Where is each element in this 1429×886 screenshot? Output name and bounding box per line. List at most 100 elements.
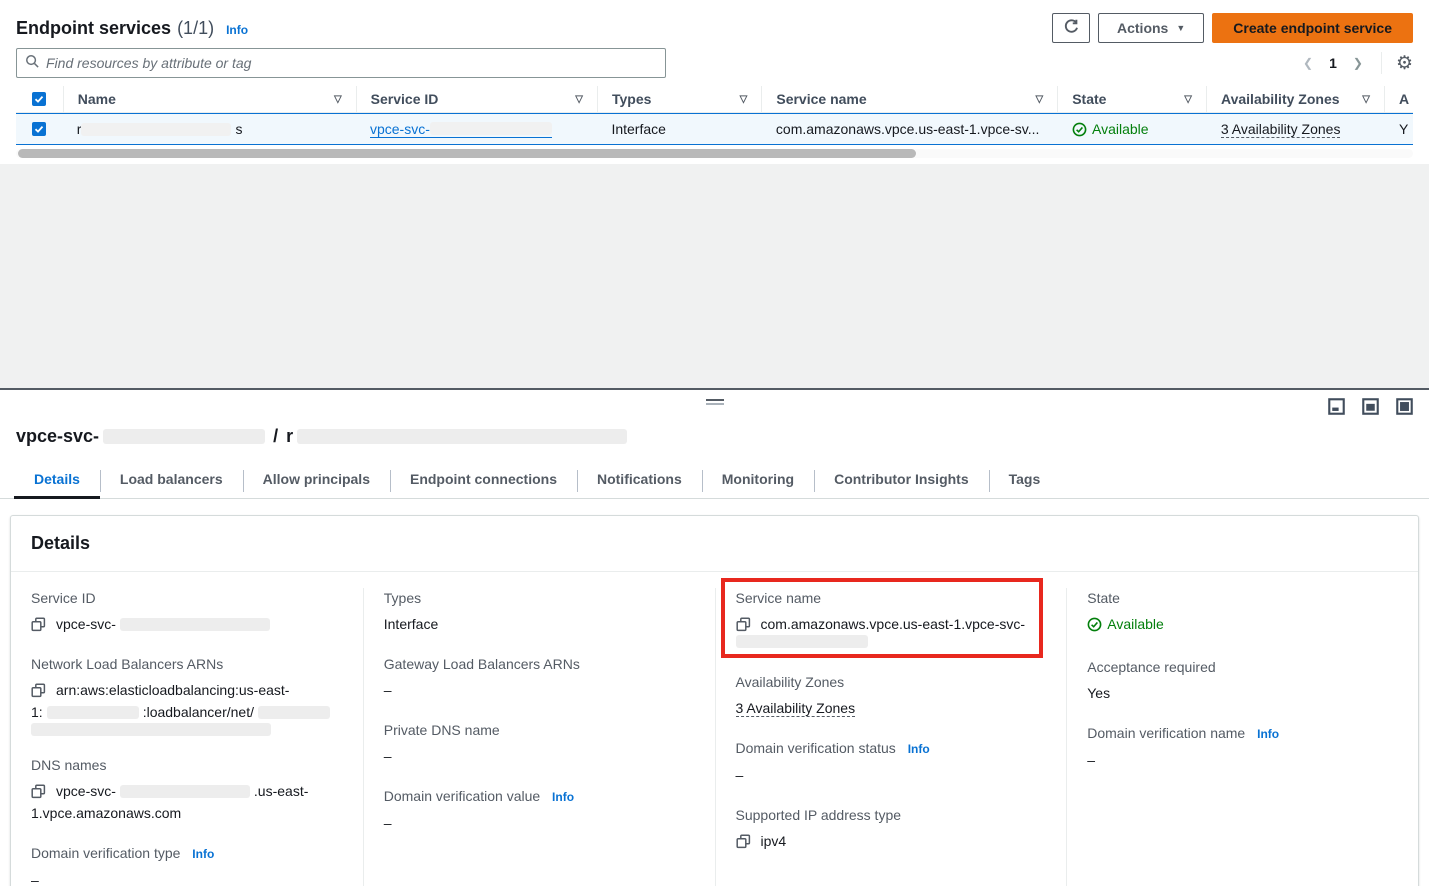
panel-position-bottom-icon[interactable] — [1328, 398, 1345, 418]
copy-icon[interactable] — [31, 617, 46, 632]
redacted-text — [297, 429, 627, 444]
dns-name-line2: 1.vpce.amazonaws.com — [31, 802, 181, 824]
panel-title: vpce-svc- / r — [16, 426, 1413, 447]
search-icon — [25, 54, 40, 72]
info-link[interactable]: Info — [226, 23, 248, 37]
copy-icon[interactable] — [736, 617, 751, 632]
field-nlb-arns: Network Load Balancers ARNs arn:aws:elas… — [31, 654, 343, 736]
dns-name-prefix: vpce-svc- — [56, 780, 116, 802]
row-checkbox[interactable] — [32, 122, 46, 136]
tab-load-balancers[interactable]: Load balancers — [100, 461, 243, 498]
service-id-value: vpce-svc- — [56, 613, 116, 635]
field-acceptance-required: Acceptance required Yes — [1087, 657, 1398, 704]
redacted-text — [31, 723, 271, 736]
availability-zones-link[interactable]: 3 Availability Zones — [736, 700, 856, 717]
column-header-service-id[interactable]: Service ID — [371, 91, 439, 107]
field-value: Interface — [384, 613, 695, 635]
copy-icon[interactable] — [736, 834, 751, 849]
table-row[interactable]: r s vpce-svc- Interface com.amazonaws.vp… — [16, 113, 1413, 145]
column-header-types[interactable]: Types — [612, 91, 651, 107]
column-header-service-name[interactable]: Service name — [776, 91, 866, 107]
actions-button-label: Actions — [1117, 20, 1168, 36]
field-label: State — [1087, 588, 1398, 608]
field-label: Domain verification value — [384, 788, 540, 804]
endpoint-services-page: Endpoint services (1/1) Info Actions ▼ C… — [0, 0, 1429, 886]
content-background — [0, 164, 1429, 388]
field-types: Types Interface — [384, 588, 695, 635]
tab-allow-principals[interactable]: Allow principals — [243, 461, 390, 498]
caret-down-icon: ▼ — [1176, 23, 1185, 33]
field-label: Domain verification status — [736, 740, 896, 756]
check-circle-icon — [1072, 122, 1087, 137]
row-availability-zones-link[interactable]: 3 Availability Zones — [1221, 121, 1341, 138]
copy-icon[interactable] — [31, 683, 46, 698]
field-label: Domain verification name — [1087, 725, 1245, 741]
filter-icon[interactable]: ▽ — [1184, 94, 1192, 105]
horizontal-scrollbar-thumb[interactable] — [18, 149, 916, 158]
redacted-text — [120, 785, 250, 798]
field-label: Network Load Balancers ARNs — [31, 654, 343, 674]
info-link[interactable]: Info — [552, 790, 574, 804]
field-state: State Available — [1087, 588, 1398, 638]
endpoint-services-header-section: Endpoint services (1/1) Info Actions ▼ C… — [0, 0, 1429, 158]
filter-icon[interactable]: ▽ — [740, 94, 748, 105]
info-link[interactable]: Info — [908, 742, 930, 756]
search-input[interactable] — [46, 55, 657, 71]
field-value: Yes — [1087, 682, 1398, 704]
field-label: Availability Zones — [736, 672, 1047, 692]
details-column-2: Types Interface Gateway Load Balancers A… — [363, 588, 715, 886]
panel-drag-handle[interactable] — [706, 399, 724, 405]
dns-name-suffix: .us-east- — [254, 780, 308, 802]
field-label: Gateway Load Balancers ARNs — [384, 654, 695, 674]
tab-tags[interactable]: Tags — [989, 461, 1061, 498]
nlb-arn-line2-mid: :loadbalancer/net/ — [143, 701, 254, 723]
row-name: r s — [63, 114, 356, 144]
info-link[interactable]: Info — [1257, 727, 1279, 741]
field-label: DNS names — [31, 755, 343, 775]
filter-icon[interactable]: ▽ — [1036, 94, 1044, 105]
field-label: Domain verification type — [31, 845, 180, 861]
search-box — [16, 48, 666, 78]
service-id-link[interactable]: vpce-svc- — [370, 121, 552, 138]
actions-button[interactable]: Actions ▼ — [1098, 13, 1204, 43]
panel-title-name-prefix: r — [286, 426, 293, 447]
details-column-1: Service ID vpce-svc- Network Load Balanc… — [11, 588, 363, 886]
tab-notifications[interactable]: Notifications — [577, 461, 702, 498]
panel-position-full-icon[interactable] — [1396, 398, 1413, 418]
tab-monitoring[interactable]: Monitoring — [702, 461, 814, 498]
row-acceptance: Y — [1385, 114, 1413, 144]
panel-position-half-icon[interactable] — [1362, 398, 1379, 418]
row-name-suffix: s — [235, 121, 242, 137]
filter-icon[interactable]: ▽ — [575, 94, 583, 105]
filter-icon[interactable]: ▽ — [1362, 94, 1370, 105]
pagination-next-icon[interactable]: ❯ — [1349, 54, 1367, 72]
panel-title-service-id-prefix: vpce-svc- — [16, 426, 99, 447]
column-header-state[interactable]: State — [1072, 91, 1106, 107]
field-domain-verification-name: Domain verification name Info – — [1087, 723, 1398, 771]
panel-title-separator: / — [273, 426, 278, 447]
create-endpoint-service-button[interactable]: Create endpoint service — [1212, 13, 1413, 43]
pagination-prev-icon[interactable]: ❮ — [1299, 54, 1317, 72]
state-value: Available — [1107, 613, 1164, 635]
row-state: Available — [1072, 121, 1149, 137]
copy-icon[interactable] — [31, 784, 46, 799]
info-link[interactable]: Info — [192, 847, 214, 861]
check-circle-icon — [1087, 617, 1102, 632]
select-all-checkbox[interactable] — [32, 92, 46, 106]
field-label: Types — [384, 588, 695, 608]
redacted-text — [258, 706, 330, 719]
details-card-heading: Details — [31, 533, 1398, 554]
filter-icon[interactable]: ▽ — [334, 94, 342, 105]
tab-contributor-insights[interactable]: Contributor Insights — [814, 461, 989, 498]
tab-endpoint-connections[interactable]: Endpoint connections — [390, 461, 577, 498]
field-service-id: Service ID vpce-svc- — [31, 588, 343, 635]
column-header-name[interactable]: Name — [78, 91, 116, 107]
tab-details[interactable]: Details — [14, 461, 100, 498]
service-id-prefix: vpce-svc- — [370, 121, 430, 137]
row-state-label: Available — [1092, 121, 1149, 137]
settings-gear-icon[interactable]: ⚙ — [1396, 54, 1413, 73]
refresh-button[interactable] — [1052, 13, 1090, 43]
field-dns-names: DNS names vpce-svc- .us-east- — [31, 755, 343, 824]
column-header-availability-zones[interactable]: Availability Zones — [1221, 91, 1340, 107]
pagination-current-page[interactable]: 1 — [1327, 55, 1339, 71]
